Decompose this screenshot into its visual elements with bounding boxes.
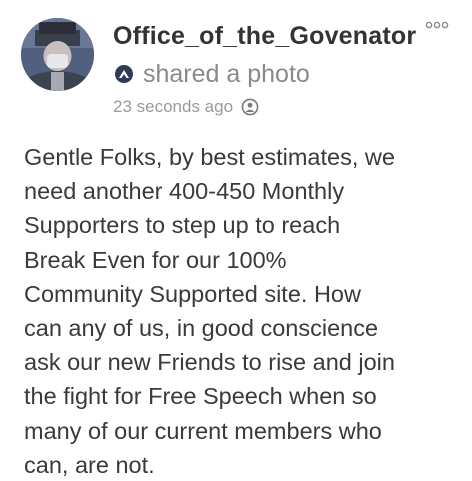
post-meta-row: 23 seconds ago — [113, 96, 259, 118]
member-badge-icon — [115, 65, 133, 83]
post-action-text: shared a photo — [143, 59, 310, 88]
post-action-row: shared a photo — [113, 58, 310, 90]
post-body-line: Community Supported site. How — [24, 280, 361, 307]
more-options-icon[interactable] — [425, 18, 449, 30]
post-timestamp[interactable]: 23 seconds ago — [113, 97, 233, 117]
post-body-line: many of our current members who — [24, 417, 382, 444]
author-avatar[interactable] — [21, 18, 94, 91]
post-body-line: can, are not. — [24, 451, 155, 478]
avatar-image — [21, 18, 94, 91]
post-body-line: Gentle Folks, by best estimates, we — [24, 144, 395, 170]
activity-post: Office_of_the_Govenator shared a photo 2… — [0, 0, 472, 481]
post-body-line: Supporters to step up to reach — [24, 212, 341, 239]
post-body-text: Gentle Folks, by best estimates, we need… — [24, 140, 454, 481]
author-name-link[interactable]: Office_of_the_Govenator — [113, 22, 416, 51]
post-body-line: need another 400-450 Monthly — [24, 178, 345, 205]
public-privacy-icon — [241, 98, 259, 116]
post-body-line: can any of us, in good conscience — [24, 315, 379, 342]
post-body-line: ask our new Friends to rise and join — [24, 349, 395, 376]
post-body-line: the fight for Free Speech when so — [24, 383, 377, 410]
post-body-line: Break Even for our 100% — [24, 246, 287, 273]
